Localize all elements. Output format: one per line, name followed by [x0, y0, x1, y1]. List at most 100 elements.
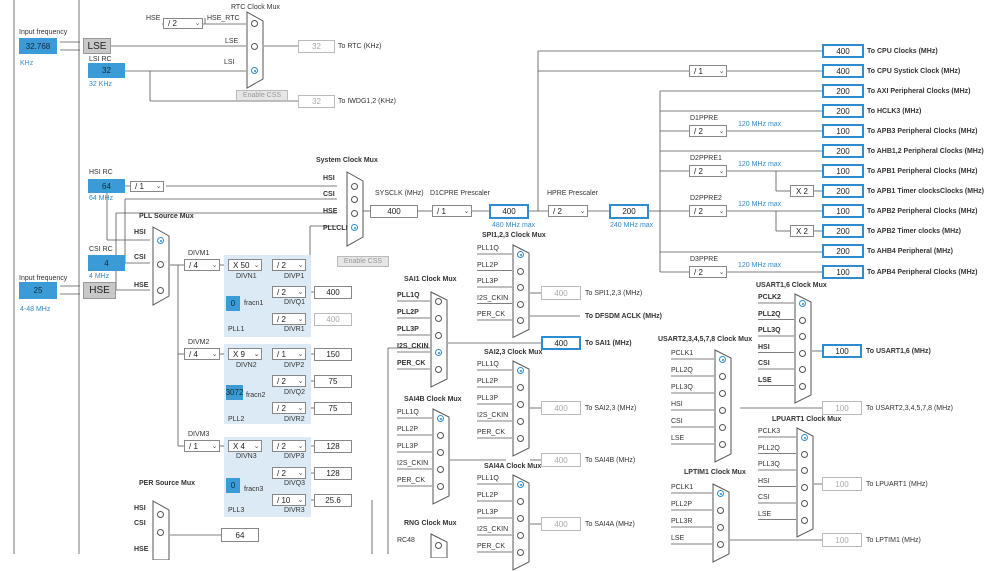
lptim1-radio-3[interactable] [717, 541, 724, 548]
lpuart1-radio-4[interactable] [801, 500, 808, 507]
spi123-radio-2[interactable] [517, 284, 524, 291]
usart2-radio-4[interactable] [719, 424, 726, 431]
sai1-radio-3[interactable] [435, 349, 442, 356]
sai4b-radio-4[interactable] [437, 483, 444, 490]
sysmux-input-hse: HSE [323, 208, 338, 215]
spi123-radio-0[interactable] [517, 251, 524, 258]
sai4a-mux[interactable] [512, 474, 530, 571]
lptim1-radio-2[interactable] [717, 524, 724, 531]
sai23-radio-4[interactable] [517, 435, 524, 442]
pll-src-radio-hse[interactable] [157, 287, 164, 294]
sai1-radio-4[interactable] [435, 366, 442, 373]
sai23-radio-0[interactable] [517, 367, 524, 374]
lptim1-radio-1[interactable] [717, 507, 724, 514]
sai1-radio-2[interactable] [435, 332, 442, 339]
divr3-divider[interactable]: / 10 ⌄ [272, 494, 306, 506]
usart2-radio-3[interactable] [719, 407, 726, 414]
rtc-hse-divider[interactable]: / 2 ⌄ [163, 18, 203, 29]
pll-src-radio-hsi[interactable] [157, 237, 164, 244]
sai1-radio-1[interactable] [435, 315, 442, 322]
spi123-radio-4[interactable] [517, 317, 524, 324]
sys-enable-css-button[interactable]: Enable CSS [337, 256, 389, 267]
rng-radio-0[interactable] [435, 542, 442, 549]
sai1-radio-0[interactable] [435, 298, 442, 305]
sai4a-radio-3[interactable] [517, 532, 524, 539]
sai4a-radio-1[interactable] [517, 498, 524, 505]
lpuart1-radio-1[interactable] [801, 450, 808, 458]
lse-input-frequency[interactable]: 32.768 [19, 38, 57, 54]
usart16-radio-3[interactable] [799, 349, 806, 357]
divp2-divider[interactable]: / 1 ⌄ [272, 348, 306, 360]
lpuart1-radio-2[interactable] [801, 467, 808, 474]
divp3-divider[interactable]: / 2 ⌄ [272, 440, 306, 452]
lpuart1-radio-5[interactable] [801, 516, 808, 524]
rtc-mux-radio-lsi[interactable] [251, 67, 258, 74]
divn3-multiplier[interactable]: X 4 ⌄ [228, 440, 262, 452]
divr1-divider[interactable]: / 2 ⌄ [272, 313, 306, 325]
sai4a-radio-0[interactable] [517, 481, 524, 488]
usart2-radio-5[interactable] [719, 441, 726, 448]
usart16-radio-4[interactable] [799, 366, 806, 373]
sai23-radio-1[interactable] [517, 384, 524, 391]
d2ppre1-divider[interactable]: / 2 ⌄ [689, 165, 727, 177]
divn1-multiplier[interactable]: X 50 ⌄ [228, 259, 262, 271]
hse-block[interactable]: HSE [83, 282, 116, 299]
spi123-mux[interactable] [512, 244, 530, 339]
spi123-radio-1[interactable] [517, 267, 524, 275]
fracn3-value[interactable]: 0 [226, 478, 240, 493]
iwdg-output-label: To IWDG1,2 (KHz) [338, 98, 396, 105]
systick-divider[interactable]: / 1 ⌄ [689, 65, 727, 77]
per-src-radio-hsi[interactable] [157, 511, 164, 518]
sai4b-radio-0[interactable] [437, 415, 444, 422]
sai4b-radio-2[interactable] [437, 449, 444, 456]
usart16-radio-2[interactable] [799, 333, 806, 340]
pll-src-radio-csi[interactable] [157, 261, 164, 268]
usart2-radio-2[interactable] [719, 390, 726, 397]
hsi-divider[interactable]: / 1 ⌄ [130, 181, 164, 192]
usart2-radio-0[interactable] [719, 356, 726, 363]
sai1-mux[interactable] [430, 291, 448, 388]
divm2-divider[interactable]: / 4 ⌄ [184, 348, 220, 360]
lpuart1-radio-0[interactable] [801, 434, 808, 441]
d1ppre-divider[interactable]: / 2 ⌄ [689, 125, 727, 137]
divq2-divider[interactable]: / 2 ⌄ [272, 375, 306, 387]
spi123-radio-3[interactable] [517, 300, 524, 308]
d1cpre-divider[interactable]: / 1 ⌄ [432, 205, 472, 217]
usart2-radio-1[interactable] [719, 373, 726, 380]
sysmux-radio-pllclk[interactable] [351, 224, 358, 231]
hpre-divider[interactable]: / 2 ⌄ [548, 205, 588, 217]
sysmux-radio-hsi[interactable] [351, 183, 358, 190]
lse-block[interactable]: LSE [83, 38, 111, 54]
rtc-mux-radio-hse[interactable] [251, 20, 258, 27]
divm1-divider[interactable]: / 4 ⌄ [184, 259, 220, 271]
rtc-enable-css-button[interactable]: Enable CSS [236, 90, 288, 101]
sai4b-radio-3[interactable] [437, 466, 444, 473]
divn2-multiplier[interactable]: X 9 ⌄ [228, 348, 262, 360]
d3ppre-divider[interactable]: / 2 ⌄ [689, 266, 727, 278]
hse-input-frequency[interactable]: 25 [19, 282, 57, 299]
divq3-divider[interactable]: / 2 ⌄ [272, 467, 306, 479]
sysmux-radio-hse[interactable] [351, 210, 358, 217]
sai23-radio-3[interactable] [517, 418, 524, 425]
divp1-divider[interactable]: / 2 ⌄ [272, 259, 306, 271]
divm3-divider[interactable]: / 1 ⌄ [184, 440, 220, 452]
sai4b-radio-1[interactable] [437, 432, 444, 439]
usart16-radio-5[interactable] [799, 382, 806, 390]
sai23-mux[interactable] [512, 360, 530, 457]
rtc-mux-radio-lse[interactable] [251, 43, 258, 50]
sysmux-radio-csi[interactable] [351, 196, 358, 203]
lptim1-radio-0[interactable] [717, 490, 724, 497]
lpuart1-radio-3[interactable] [801, 483, 808, 491]
usart16-radio-0[interactable] [799, 300, 806, 307]
sai23-radio-2[interactable] [517, 401, 524, 408]
fracn1-value[interactable]: 0 [226, 296, 240, 311]
sai4a-radio-2[interactable] [517, 515, 524, 522]
fracn2-value[interactable]: 3072 [226, 385, 243, 400]
divq1-divider[interactable]: / 2 ⌄ [272, 286, 306, 298]
sai4b-mux[interactable] [432, 408, 450, 505]
divr2-divider[interactable]: / 2 ⌄ [272, 402, 306, 414]
per-src-radio-csi[interactable] [157, 529, 164, 536]
usart16-radio-1[interactable] [799, 316, 806, 324]
d2ppre2-divider[interactable]: / 2 ⌄ [689, 205, 727, 217]
sai4a-radio-4[interactable] [517, 549, 524, 556]
